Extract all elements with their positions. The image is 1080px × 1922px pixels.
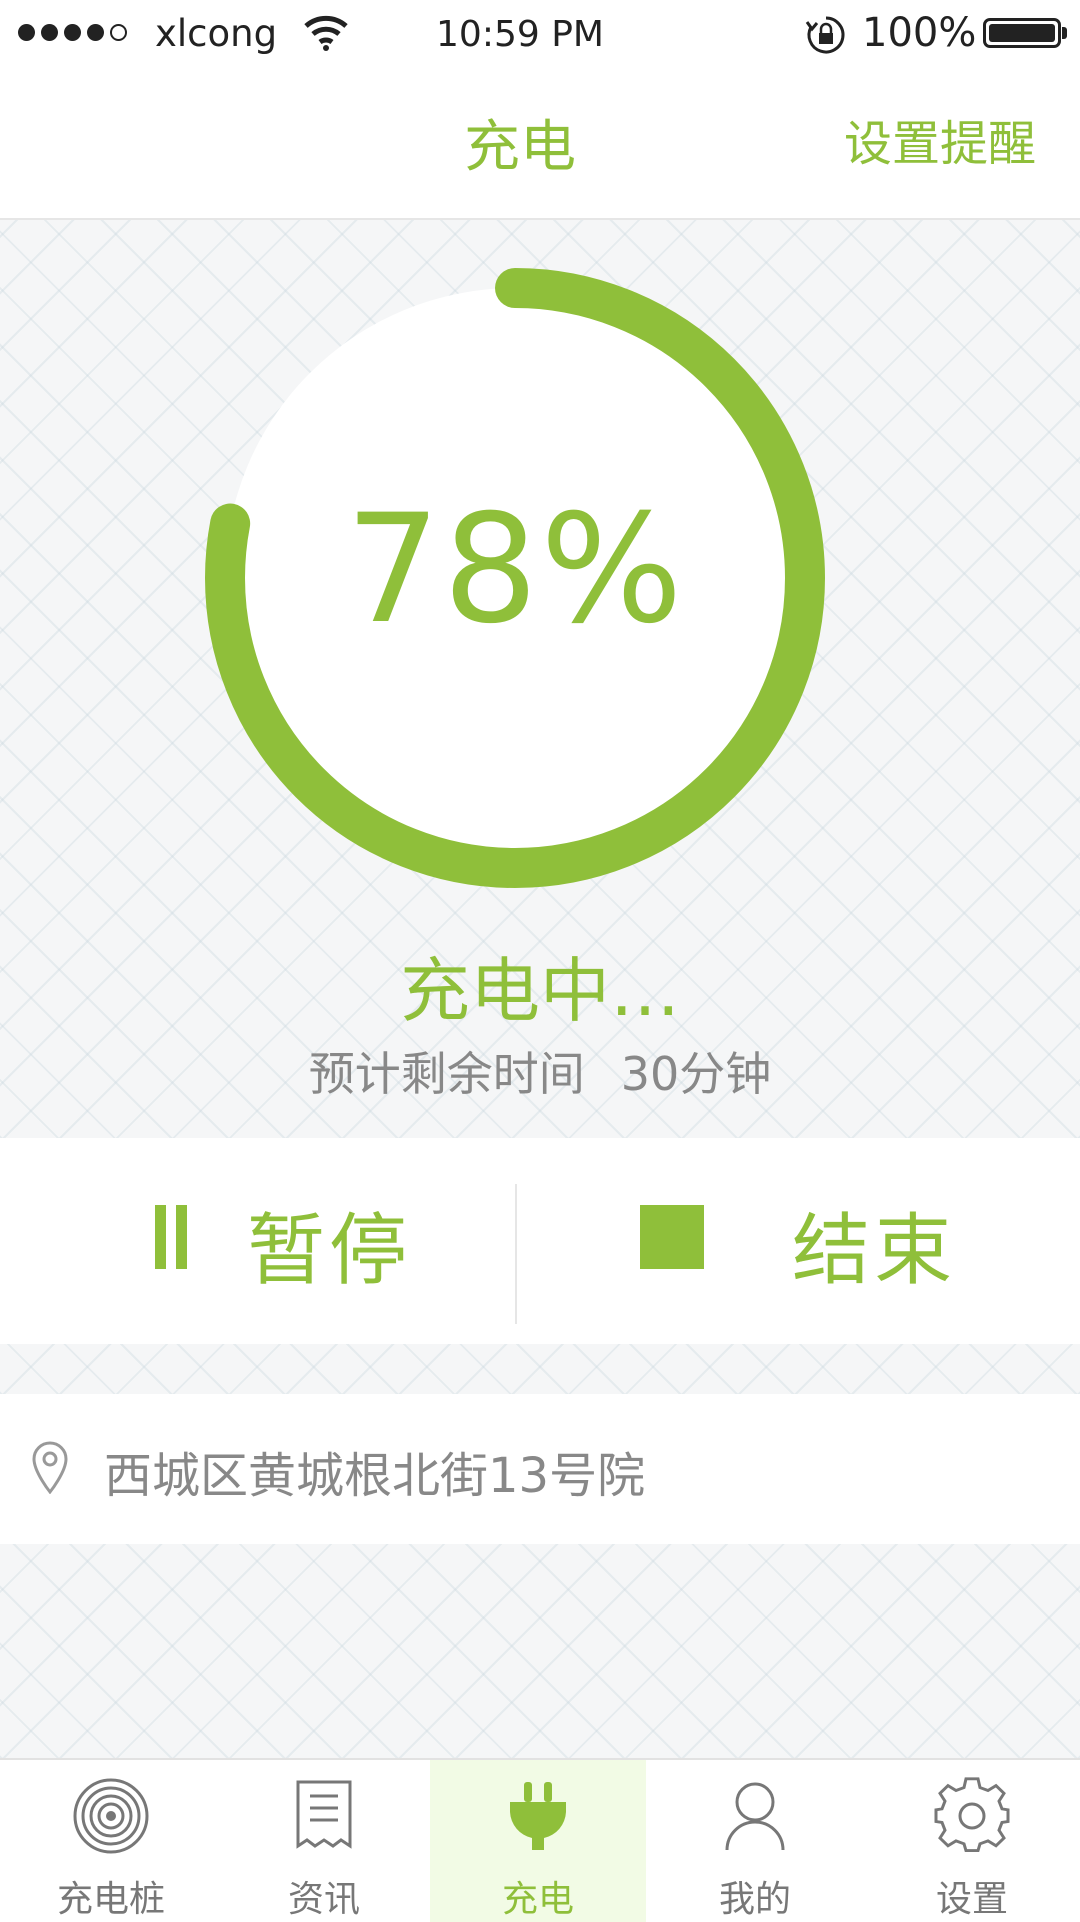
pause-label: 暂停 — [247, 1206, 412, 1296]
charging-controls: 暂停 结束 — [0, 1138, 1080, 1345]
stop-icon — [640, 1205, 704, 1269]
remaining-time: 预计剩余时间 30分钟 — [0, 1038, 1080, 1104]
pause-icon — [155, 1205, 187, 1269]
charging-status: 充电中… — [400, 950, 680, 1032]
tab-charge[interactable]: 充电 — [430, 1760, 646, 1922]
navigation-bar: 充电 设置提醒 — [0, 70, 1080, 220]
location-pin-icon — [32, 1441, 68, 1494]
user-icon — [725, 1782, 785, 1851]
rotation-lock-icon — [805, 16, 845, 54]
tab-label: 充电 — [501, 1879, 574, 1920]
status-bar: xlcong 10:59 PM 100% — [0, 0, 1080, 70]
battery-cap — [1062, 27, 1067, 39]
tab-mine[interactable]: 我的 — [647, 1760, 863, 1922]
station-address: 西城区黄城根北街13号院 — [104, 1448, 646, 1504]
remaining-time-value: 30分钟 — [620, 1047, 772, 1101]
battery-icon — [983, 18, 1061, 48]
stop-label: 结束 — [792, 1206, 957, 1296]
stop-button[interactable]: 结束 — [517, 1138, 1080, 1344]
battery-percentage: 100% — [862, 10, 977, 56]
charge-percentage: 78% — [345, 483, 685, 657]
tab-charging-pile[interactable]: 充电桩 — [3, 1760, 219, 1922]
tab-label: 充电桩 — [56, 1879, 165, 1920]
charging-pile-icon — [73, 1778, 149, 1854]
station-address-row[interactable]: 西城区黄城根北街13号院 — [0, 1394, 1080, 1544]
tab-label: 资讯 — [287, 1879, 360, 1920]
charging-progress-gauge: 78% — [205, 268, 825, 888]
tab-news[interactable]: 资讯 — [216, 1760, 432, 1922]
tab-label: 设置 — [935, 1879, 1008, 1920]
news-icon — [296, 1780, 352, 1849]
tab-settings[interactable]: 设置 — [864, 1760, 1080, 1922]
empty-area — [0, 1544, 1080, 1758]
tab-bar: 充电桩 资讯 充电 我的 设置 — [0, 1758, 1080, 1922]
plug-icon — [510, 1782, 566, 1850]
section-separator — [0, 1344, 1080, 1394]
gear-icon — [934, 1777, 1010, 1853]
remaining-time-label: 预计剩余时间 — [308, 1047, 585, 1101]
pause-button[interactable]: 暂停 — [0, 1138, 515, 1344]
tab-label: 我的 — [718, 1879, 791, 1920]
set-reminder-button[interactable]: 设置提醒 — [844, 104, 1036, 174]
